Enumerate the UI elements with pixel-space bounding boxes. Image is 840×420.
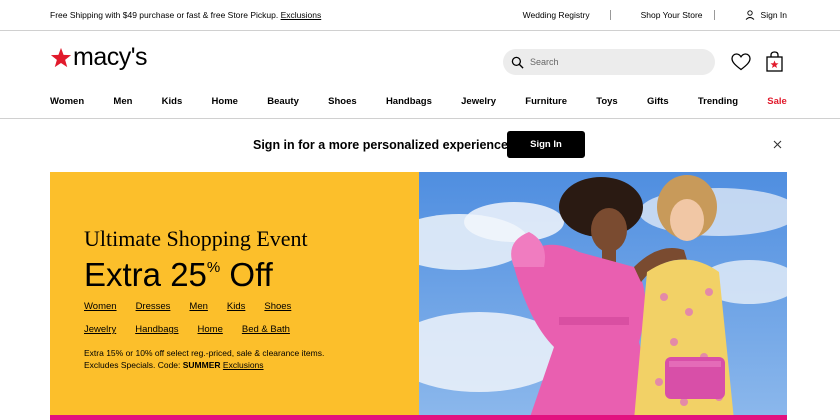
hero-category-links-row1: Women Dresses Men Kids Shoes bbox=[84, 301, 310, 312]
nav-item-jewelry[interactable]: Jewelry bbox=[461, 96, 496, 107]
utility-sign-in-label: Sign In bbox=[760, 10, 787, 20]
utility-bar: Free Shipping with $49 purchase or fast … bbox=[0, 0, 840, 31]
close-icon[interactable] bbox=[773, 140, 782, 149]
nav-item-gifts[interactable]: Gifts bbox=[647, 96, 669, 107]
nav-divider bbox=[0, 118, 840, 119]
shipping-promo: Free Shipping with $49 purchase or fast … bbox=[50, 10, 321, 20]
search-bar[interactable] bbox=[503, 49, 715, 75]
hero-accent-strip bbox=[50, 415, 787, 420]
hero-photo[interactable] bbox=[419, 172, 787, 420]
nav-item-shoes[interactable]: Shoes bbox=[328, 96, 357, 107]
nav-item-kids[interactable]: Kids bbox=[162, 96, 183, 107]
hero-fine-print: Extra 15% or 10% off select reg.-priced,… bbox=[84, 347, 324, 371]
hero-exclusions-link[interactable]: Exclusions bbox=[223, 360, 264, 370]
promo-code: SUMMER bbox=[182, 360, 221, 370]
nav-item-men[interactable]: Men bbox=[113, 96, 132, 107]
fine-print-line1: Extra 15% or 10% off select reg.-priced,… bbox=[84, 348, 325, 358]
hero-link-jewelry[interactable]: Jewelry bbox=[84, 324, 116, 335]
macys-logo[interactable]: macy's bbox=[50, 43, 148, 71]
nav-item-women[interactable]: Women bbox=[50, 96, 84, 107]
hero-link-men[interactable]: Men bbox=[189, 301, 207, 312]
nav-item-home[interactable]: Home bbox=[212, 96, 238, 107]
shopping-bag-icon[interactable] bbox=[766, 51, 783, 72]
hero-link-women[interactable]: Women bbox=[84, 301, 117, 312]
search-input[interactable] bbox=[530, 57, 700, 67]
divider bbox=[713, 10, 715, 20]
hero-title: Ultimate Shopping Event bbox=[84, 226, 308, 251]
utility-sign-in-link[interactable]: Sign In bbox=[745, 10, 787, 20]
hero-photo-art bbox=[419, 172, 787, 420]
hero-link-dresses[interactable]: Dresses bbox=[136, 301, 171, 312]
nav-item-trending[interactable]: Trending bbox=[698, 96, 738, 107]
hero-link-shoes[interactable]: Shoes bbox=[264, 301, 291, 312]
hero-offer-prefix: Extra 25 bbox=[84, 256, 207, 293]
hero-link-kids[interactable]: Kids bbox=[227, 301, 245, 312]
hero-link-home[interactable]: Home bbox=[198, 324, 223, 335]
heart-icon[interactable] bbox=[731, 53, 751, 71]
nav-item-beauty[interactable]: Beauty bbox=[267, 96, 299, 107]
shipping-exclusions-link[interactable]: Exclusions bbox=[281, 10, 322, 20]
divider bbox=[609, 10, 611, 20]
nav-item-sale[interactable]: Sale bbox=[767, 96, 787, 107]
sign-in-button[interactable]: Sign In bbox=[507, 131, 585, 158]
star-logo-icon bbox=[50, 47, 72, 67]
person-icon bbox=[745, 10, 754, 20]
hero-offer-suffix: Off bbox=[220, 256, 273, 293]
signin-prompt-text: Sign in for a more personalized experien… bbox=[253, 138, 508, 152]
fine-print-prefix: Excludes Specials. Code: bbox=[84, 360, 183, 370]
search-icon bbox=[511, 56, 524, 69]
hero-offer-percent: % bbox=[206, 259, 221, 276]
hero-promo-panel[interactable] bbox=[50, 172, 419, 420]
nav-item-toys[interactable]: Toys bbox=[596, 96, 617, 107]
wedding-registry-link[interactable]: Wedding Registry bbox=[523, 10, 590, 20]
fine-print-line2: Excludes Specials. Code: SUMMER Exclusio… bbox=[84, 359, 324, 371]
hero-link-bed-bath[interactable]: Bed & Bath bbox=[242, 324, 290, 335]
nav-item-furniture[interactable]: Furniture bbox=[525, 96, 567, 107]
hero-link-handbags[interactable]: Handbags bbox=[135, 324, 178, 335]
hero-category-links-row2: Jewelry Handbags Home Bed & Bath bbox=[84, 324, 309, 335]
nav-item-handbags[interactable]: Handbags bbox=[386, 96, 432, 107]
main-nav: Women Men Kids Home Beauty Shoes Handbag… bbox=[50, 96, 787, 107]
logo-wordmark: macy's bbox=[73, 43, 148, 71]
shop-your-store-link[interactable]: Shop Your Store bbox=[641, 10, 703, 20]
hero-offer: Extra 25% Off bbox=[84, 256, 273, 294]
shipping-promo-text: Free Shipping with $49 purchase or fast … bbox=[50, 10, 279, 20]
